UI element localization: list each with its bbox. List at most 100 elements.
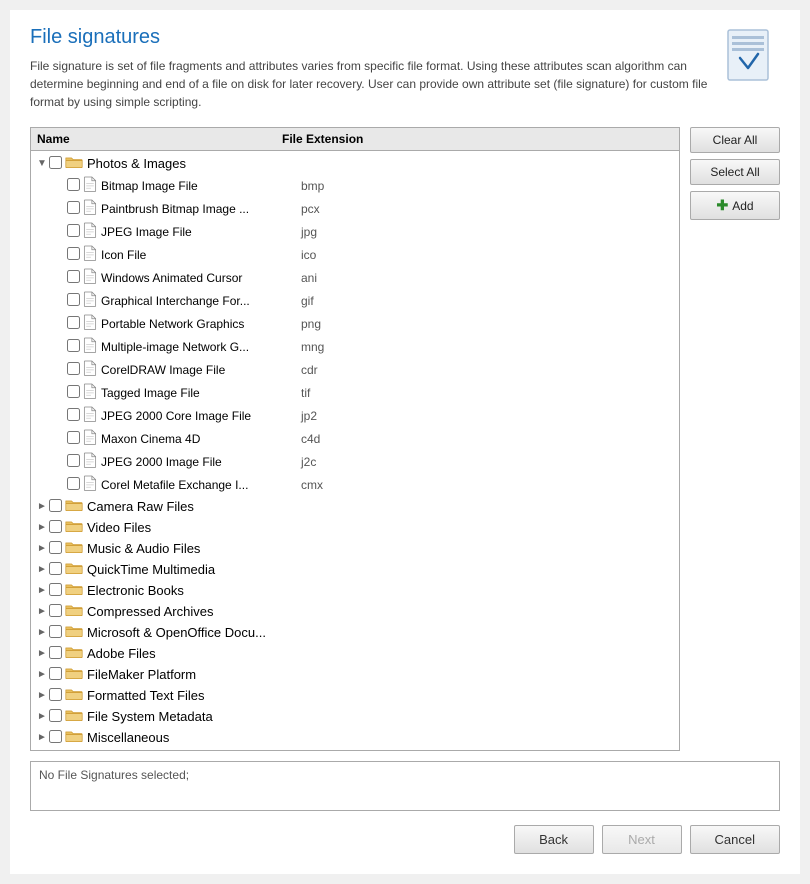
category-row[interactable]: ► Miscellaneous <box>31 727 679 748</box>
file-item-row[interactable]: CorelDRAW Image Filecdr <box>31 358 679 381</box>
file-checkbox[interactable] <box>67 201 80 214</box>
category-checkbox[interactable] <box>49 688 62 701</box>
file-ext: c4d <box>301 432 361 446</box>
toggle-arrow[interactable]: ► <box>35 648 49 659</box>
toggle-arrow[interactable]: ▼ <box>35 158 49 169</box>
toggle-arrow[interactable]: ► <box>35 585 49 596</box>
file-checkbox[interactable] <box>67 224 80 237</box>
file-label: JPEG Image File <box>101 225 301 239</box>
category-label: QuickTime Multimedia <box>87 562 287 577</box>
category-label: Photos & Images <box>87 156 287 171</box>
category-label: Miscellaneous <box>87 730 287 745</box>
category-checkbox[interactable] <box>49 709 62 722</box>
toggle-arrow[interactable]: ► <box>35 501 49 512</box>
file-label: JPEG 2000 Image File <box>101 455 301 469</box>
category-checkbox[interactable] <box>49 499 62 512</box>
file-item-row[interactable]: JPEG 2000 Core Image Filejp2 <box>31 404 679 427</box>
file-checkbox[interactable] <box>67 339 80 352</box>
category-row[interactable]: ► Camera Raw Files <box>31 496 679 517</box>
file-icon <box>83 314 101 333</box>
cancel-button[interactable]: Cancel <box>690 825 780 854</box>
category-checkbox[interactable] <box>49 625 62 638</box>
toggle-arrow[interactable]: ► <box>35 543 49 554</box>
toggle-arrow[interactable]: ► <box>35 669 49 680</box>
toggle-arrow[interactable]: ► <box>35 606 49 617</box>
file-checkbox[interactable] <box>67 247 80 260</box>
file-checkbox[interactable] <box>67 431 80 444</box>
folder-icon <box>65 603 87 620</box>
file-checkbox[interactable] <box>67 362 80 375</box>
category-row[interactable]: ► File System Metadata <box>31 706 679 727</box>
file-checkbox[interactable] <box>67 385 80 398</box>
file-icon <box>83 291 101 310</box>
category-checkbox[interactable] <box>49 541 62 554</box>
file-item-row[interactable]: Bitmap Image Filebmp <box>31 174 679 197</box>
file-checkbox[interactable] <box>67 178 80 191</box>
file-item-row[interactable]: Tagged Image Filetif <box>31 381 679 404</box>
category-row[interactable]: ► QuickTime Multimedia <box>31 559 679 580</box>
file-item-row[interactable]: Graphical Interchange For...gif <box>31 289 679 312</box>
file-item-row[interactable]: Windows Animated Cursorani <box>31 266 679 289</box>
file-checkbox[interactable] <box>67 316 80 329</box>
file-checkbox[interactable] <box>67 270 80 283</box>
clear-all-button[interactable]: Clear All <box>690 127 780 153</box>
category-checkbox[interactable] <box>49 646 62 659</box>
category-row[interactable]: ► Formatted Text Files <box>31 685 679 706</box>
file-item-row[interactable]: Maxon Cinema 4Dc4d <box>31 427 679 450</box>
file-icon <box>83 383 101 402</box>
file-label: Corel Metafile Exchange I... <box>101 478 301 492</box>
toggle-arrow[interactable]: ► <box>35 711 49 722</box>
category-checkbox[interactable] <box>49 667 62 680</box>
file-icon <box>83 245 101 264</box>
file-item-row[interactable]: Multiple-image Network G...mng <box>31 335 679 358</box>
category-checkbox[interactable] <box>49 562 62 575</box>
category-checkbox[interactable] <box>49 520 62 533</box>
file-item-row[interactable]: Paintbrush Bitmap Image ...pcx <box>31 197 679 220</box>
page-title: File signatures <box>30 26 710 49</box>
file-item-row[interactable]: Icon Fileico <box>31 243 679 266</box>
file-item-row[interactable]: JPEG 2000 Image Filej2c <box>31 450 679 473</box>
file-checkbox[interactable] <box>67 293 80 306</box>
category-row[interactable]: ► Music & Audio Files <box>31 538 679 559</box>
category-checkbox[interactable] <box>49 604 62 617</box>
category-checkbox[interactable] <box>49 730 62 743</box>
toggle-arrow[interactable]: ► <box>35 564 49 575</box>
back-button[interactable]: Back <box>514 825 594 854</box>
category-row[interactable]: ► Compressed Archives <box>31 601 679 622</box>
file-item-row[interactable]: JPEG Image Filejpg <box>31 220 679 243</box>
category-label: Music & Audio Files <box>87 541 287 556</box>
file-ext: cdr <box>301 363 361 377</box>
file-checkbox[interactable] <box>67 477 80 490</box>
add-button[interactable]: ✚ Add <box>690 191 780 220</box>
file-ext: jpg <box>301 225 361 239</box>
file-icon <box>83 360 101 379</box>
file-item-row[interactable]: Portable Network Graphicspng <box>31 312 679 335</box>
toggle-arrow[interactable]: ► <box>35 690 49 701</box>
toggle-arrow[interactable]: ► <box>35 627 49 638</box>
file-ext: ani <box>301 271 361 285</box>
category-row[interactable]: ► FileMaker Platform <box>31 664 679 685</box>
tree-panel[interactable]: Name File Extension ▼ Photos & Images Bi… <box>30 127 680 751</box>
file-checkbox[interactable] <box>67 408 80 421</box>
file-label: Graphical Interchange For... <box>101 294 301 308</box>
category-row[interactable]: ► Electronic Books <box>31 580 679 601</box>
category-checkbox[interactable] <box>49 583 62 596</box>
category-row[interactable]: ► Video Files <box>31 517 679 538</box>
select-all-button[interactable]: Select All <box>690 159 780 185</box>
toggle-arrow[interactable]: ► <box>35 522 49 533</box>
category-row[interactable]: ▼ Photos & Images <box>31 153 679 174</box>
header-section: File signatures File signature is set of… <box>30 26 780 111</box>
file-checkbox[interactable] <box>67 454 80 467</box>
category-checkbox[interactable] <box>49 156 62 169</box>
toggle-arrow[interactable]: ► <box>35 732 49 743</box>
file-label: Bitmap Image File <box>101 179 301 193</box>
page-description: File signature is set of file fragments … <box>30 57 710 111</box>
next-button[interactable]: Next <box>602 825 682 854</box>
side-buttons: Clear All Select All ✚ Add <box>690 127 780 751</box>
plus-icon: ✚ <box>716 197 728 214</box>
folder-icon <box>65 666 87 683</box>
file-item-row[interactable]: Corel Metafile Exchange I...cmx <box>31 473 679 496</box>
category-row[interactable]: ► Microsoft & OpenOffice Docu... <box>31 622 679 643</box>
folder-icon <box>65 687 87 704</box>
category-row[interactable]: ► Adobe Files <box>31 643 679 664</box>
